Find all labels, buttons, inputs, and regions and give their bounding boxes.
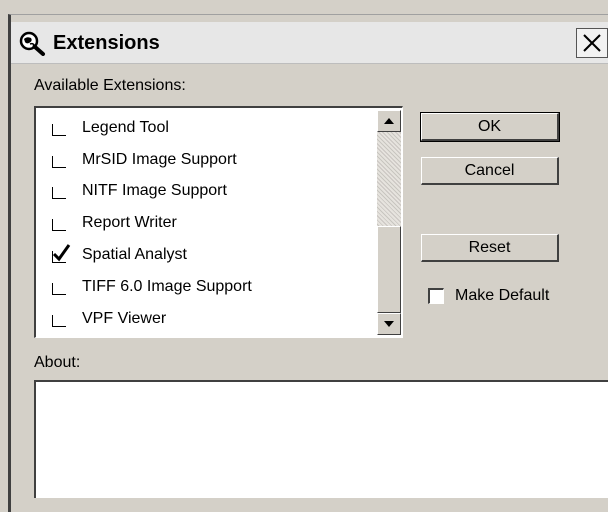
list-item-mrsid-image-support[interactable]: MrSID Image Support: [44, 146, 374, 174]
ok-button[interactable]: OK: [420, 112, 560, 142]
extensions-list[interactable]: Legend Tool MrSID Image Support NITF Ima…: [34, 106, 403, 338]
cancel-button[interactable]: Cancel: [421, 157, 559, 185]
reset-button[interactable]: Reset: [421, 234, 559, 262]
arrow-up-icon: [384, 118, 394, 124]
list-item-label: TIFF 6.0 Image Support: [82, 278, 252, 295]
list-item-label: MrSID Image Support: [82, 151, 237, 168]
list-item-label: Legend Tool: [82, 119, 169, 136]
list-item-label: VPF Viewer: [82, 310, 167, 327]
about-label: About:: [34, 354, 81, 371]
list-item-vpf-viewer[interactable]: VPF Viewer: [44, 305, 374, 333]
close-button[interactable]: [576, 28, 608, 58]
checkbox-mrsid-image-support[interactable]: [52, 152, 68, 168]
checkbox-vpf-viewer[interactable]: [52, 311, 68, 327]
checkbox-report-writer[interactable]: [52, 215, 68, 231]
scroll-thumb[interactable]: [377, 226, 401, 313]
checkbox-tiff-image-support[interactable]: [52, 279, 68, 295]
list-item-legend-tool[interactable]: Legend Tool: [44, 114, 374, 142]
checkbox-legend-tool[interactable]: [52, 120, 68, 136]
list-item-spatial-analyst[interactable]: Spatial Analyst: [44, 241, 374, 269]
scroll-down-button[interactable]: [377, 313, 401, 335]
make-default-label[interactable]: Make Default: [455, 287, 549, 305]
list-item-label: Spatial Analyst: [82, 246, 187, 263]
dialog-title: Extensions: [53, 32, 160, 54]
close-icon: [583, 34, 601, 52]
list-item-tiff-image-support[interactable]: TIFF 6.0 Image Support: [44, 273, 374, 301]
extensions-dialog: Extensions Available Extensions: Legend …: [0, 0, 608, 512]
scroll-up-button[interactable]: [377, 110, 401, 132]
checkmark-icon: [52, 244, 71, 262]
available-extensions-label: Available Extensions:: [34, 77, 186, 94]
checkbox-nitf-image-support[interactable]: [52, 183, 68, 199]
make-default-checkbox[interactable]: [428, 288, 444, 304]
list-item-nitf-image-support[interactable]: NITF Image Support: [44, 177, 374, 205]
about-text-area[interactable]: [34, 380, 608, 498]
list-item-report-writer[interactable]: Report Writer: [44, 209, 374, 237]
arrow-down-icon: [384, 321, 394, 327]
list-scrollbar[interactable]: [377, 110, 401, 335]
checkbox-spatial-analyst[interactable]: [52, 244, 71, 263]
list-item-label: NITF Image Support: [82, 182, 227, 199]
list-item-label: Report Writer: [82, 214, 177, 231]
magnifier-globe-icon: [18, 30, 46, 56]
